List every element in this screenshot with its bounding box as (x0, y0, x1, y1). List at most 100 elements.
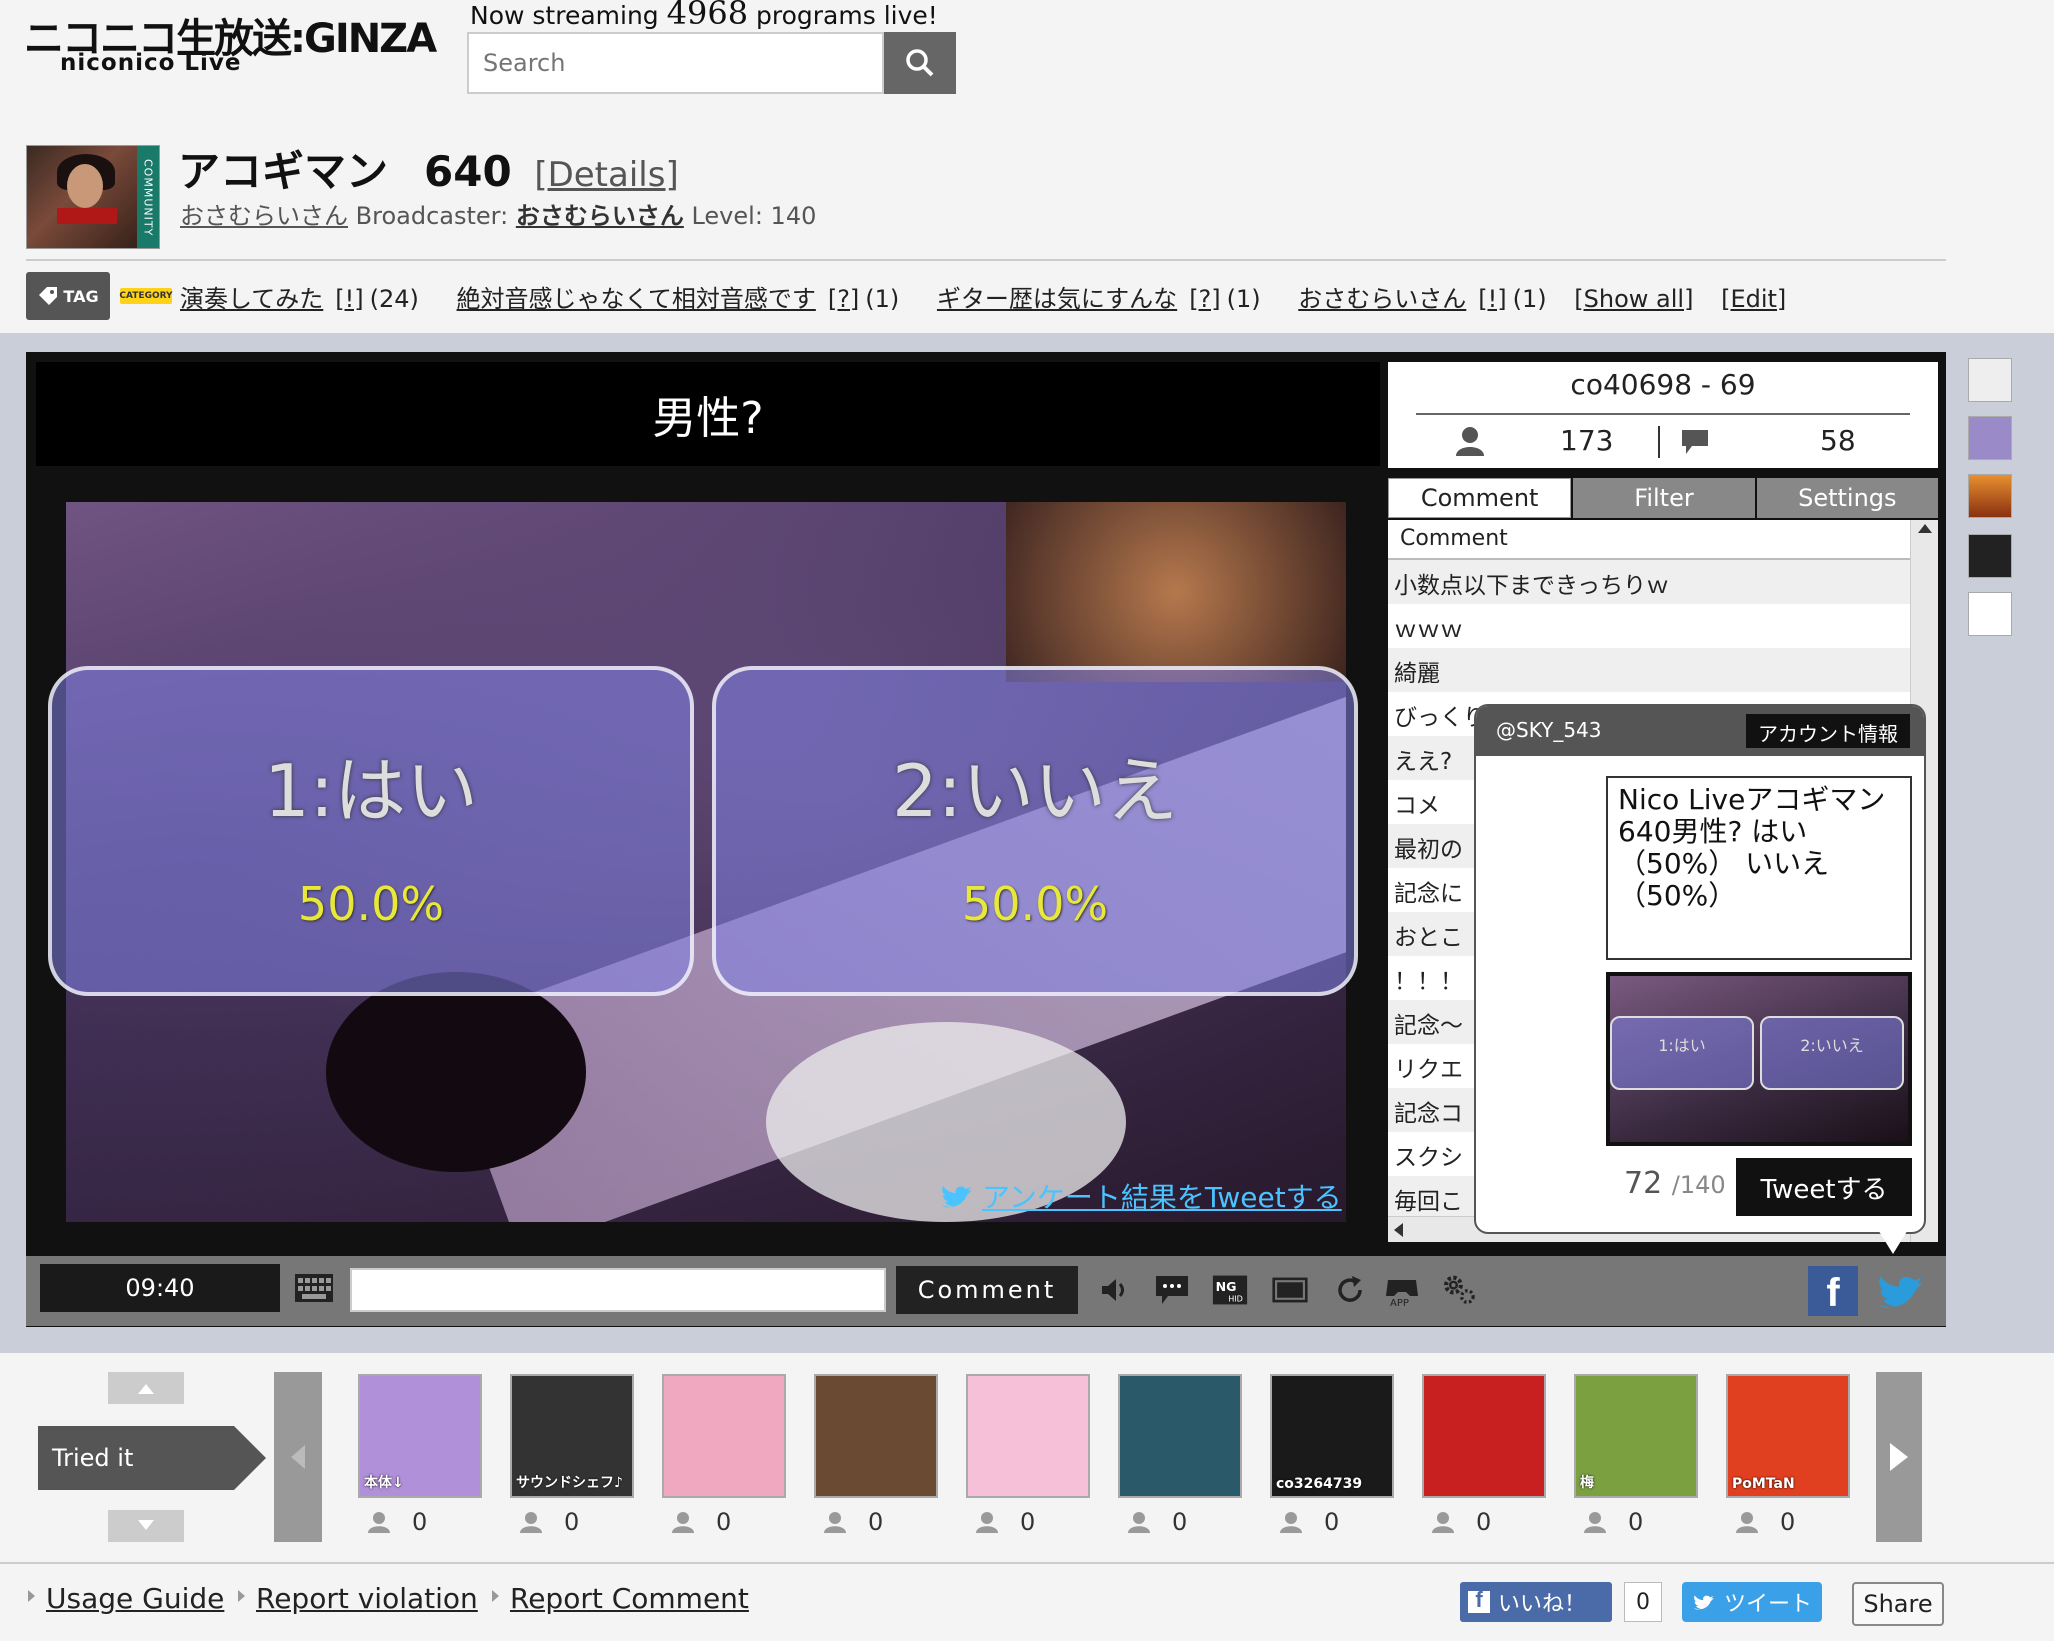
viewers-icon (1456, 427, 1484, 456)
comment-column-header[interactable]: Comment (1388, 520, 1910, 560)
tag-link[interactable]: おさむらいさん (1298, 285, 1466, 313)
panel-tabs: Comment Filter Settings (1388, 478, 1938, 518)
comment-row[interactable]: 綺麗 (1388, 648, 1910, 692)
broadcaster-label: Broadcaster: (355, 202, 509, 230)
strip-down-button[interactable] (108, 1510, 184, 1542)
poll-option-percent: 50.0% (961, 876, 1109, 931)
comment-submit-button[interactable]: Comment (896, 1266, 1078, 1314)
tried-it-count-value: 0 (564, 1508, 580, 1536)
tried-it-tab[interactable]: Tried it (38, 1426, 234, 1490)
tweet-text-field[interactable]: Nico Liveアコギマン 640男性? はい（50%） いいえ（50%） (1606, 776, 1912, 960)
volume-icon[interactable] (1096, 1272, 1132, 1308)
tried-it-card[interactable]: co3264739 (1270, 1374, 1394, 1498)
facebook-like-count: 0 (1624, 1582, 1662, 1622)
reload-icon[interactable] (1332, 1272, 1368, 1308)
search-input[interactable] (467, 32, 884, 94)
card-caption: 本体↓ (364, 1475, 404, 1491)
screen-mode-icon[interactable] (1272, 1272, 1308, 1308)
tag-mark[interactable]: [!] (335, 285, 363, 313)
ng-filter-icon[interactable]: NG HID (1212, 1272, 1248, 1308)
streaming-count: 4968 (666, 0, 749, 32)
footer-divider (0, 1562, 2054, 1564)
tried-it-card[interactable] (1118, 1374, 1242, 1498)
tried-it-card[interactable] (966, 1374, 1090, 1498)
viewer-count: 173 (1560, 424, 1614, 457)
twitter-share-icon[interactable] (1876, 1266, 1926, 1316)
tried-it-card[interactable]: 梅 (1574, 1374, 1698, 1498)
community-thumbnail[interactable]: COMMUNITY (26, 145, 160, 249)
program-number: 640 (424, 147, 512, 196)
report-comment-link[interactable]: Report Comment (510, 1582, 749, 1615)
tag-link[interactable]: 演奏してみた (180, 285, 323, 313)
report-violation-link[interactable]: Report violation (256, 1582, 478, 1615)
strip-next-button[interactable] (1876, 1372, 1922, 1542)
tried-it-count-value: 0 (1628, 1508, 1644, 1536)
card-caption: 梅 (1580, 1475, 1594, 1491)
tried-it-count-value: 0 (1476, 1508, 1492, 1536)
poll-option-2[interactable]: 2:いいえ 50.0% (712, 666, 1358, 996)
settings-gear-icon[interactable] (1442, 1272, 1478, 1308)
usage-guide-link[interactable]: Usage Guide (46, 1582, 224, 1615)
tag-mark[interactable]: [?] (1189, 285, 1220, 313)
tab-filter[interactable]: Filter (1573, 478, 1755, 518)
card-caption: PoMTaN (1732, 1476, 1795, 1492)
tag-mark[interactable]: [?] (828, 285, 859, 313)
tab-settings[interactable]: Settings (1756, 478, 1938, 518)
char-count-value: 72 (1624, 1166, 1663, 1201)
account-info-button[interactable]: アカウント情報 (1746, 714, 1910, 748)
details-link[interactable]: [Details] (534, 155, 678, 195)
community-name-link[interactable]: おさむらいさん (180, 202, 348, 230)
strip-up-button[interactable] (108, 1372, 184, 1404)
keyboard-icon[interactable] (294, 1270, 334, 1306)
community-side-icon[interactable] (1968, 416, 2012, 460)
tried-it-count: 0 (1280, 1508, 1339, 1536)
show-all-tags-link[interactable]: [Show all] (1574, 285, 1693, 313)
comment-row[interactable]: 小数点以下まできっちりｗ (1388, 560, 1910, 604)
strip-prev-button[interactable] (274, 1372, 322, 1542)
edit-tags-link[interactable]: [Edit] (1721, 285, 1786, 313)
tried-it-card[interactable]: 本体↓ (358, 1374, 482, 1498)
share-button[interactable]: Share (1852, 1582, 1944, 1626)
tab-comment[interactable]: Comment (1388, 478, 1572, 518)
search-button[interactable] (884, 32, 956, 94)
scroll-up-icon[interactable] (1918, 524, 1932, 533)
tried-it-card[interactable] (1422, 1374, 1546, 1498)
svg-text:NG: NG (1216, 1279, 1237, 1294)
tried-it-count: 0 (368, 1508, 427, 1536)
comment-toggle-icon[interactable] (1154, 1272, 1190, 1308)
scroll-left-icon[interactable] (1394, 1223, 1403, 1237)
broadcaster-link[interactable]: おさむらいさん (516, 202, 684, 230)
streaming-count-text: Now streaming 4968 programs live! (470, 0, 938, 32)
app-gamepad-icon[interactable]: APP (1384, 1272, 1420, 1308)
tried-it-card[interactable]: サウンドシェフ♪ (510, 1374, 634, 1498)
card-caption: サウンドシェフ♪ (516, 1475, 623, 1491)
tried-it-count-value: 0 (868, 1508, 884, 1536)
tag-link[interactable]: 絶対音感じゃなくて相対音感です (457, 285, 816, 313)
comment-row[interactable]: ｗｗｗ (1388, 604, 1910, 648)
food-side-icon[interactable] (1968, 474, 2012, 518)
tweet-button[interactable]: ツイート (1682, 1582, 1822, 1622)
poll-question: 男性? (36, 362, 1380, 466)
tried-it-card[interactable] (662, 1374, 786, 1498)
popout-icon[interactable] (1968, 358, 2012, 402)
tag-link[interactable]: ギター歴は気にすんな (937, 285, 1177, 313)
level-label: Level: (691, 202, 763, 230)
comment-input[interactable] (350, 1268, 886, 1312)
tried-it-card[interactable] (814, 1374, 938, 1498)
tried-it-card[interactable]: PoMTaN (1726, 1374, 1850, 1498)
char-count: 72 /140 (1624, 1166, 1726, 1201)
blank-side-icon[interactable] (1968, 592, 2012, 636)
panel-divider (1416, 413, 1910, 415)
user-icon (1128, 1512, 1150, 1533)
poll-option-1[interactable]: 1:はい 50.0% (48, 666, 694, 996)
comment-count-icon (1682, 430, 1708, 454)
tag-icon: TAG (26, 272, 110, 320)
tag-mark[interactable]: [!] (1478, 285, 1506, 313)
tag-label: TAG (63, 286, 99, 306)
tweet-submit-button[interactable]: Tweetする (1736, 1158, 1912, 1216)
tweet-results-link[interactable]: アンケート結果をTweetする (940, 1176, 1342, 1216)
facebook-like-button[interactable]: f いいね！ (1460, 1582, 1612, 1622)
facebook-share-icon[interactable]: f (1808, 1266, 1858, 1316)
user-icon (824, 1512, 846, 1533)
dark-side-icon[interactable] (1968, 534, 2012, 578)
